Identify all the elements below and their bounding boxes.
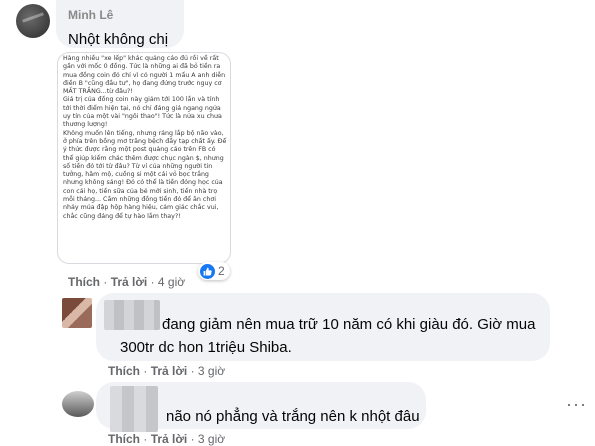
attached-image-text: Hàng nhiều "xe lếp" khác quảng cáo đủ rồ… bbox=[63, 55, 227, 221]
reply-avatar[interactable] bbox=[62, 298, 92, 328]
reply-actions: Thích · Trả lời · 3 giờ bbox=[108, 432, 226, 446]
commenter-avatar[interactable] bbox=[16, 4, 50, 38]
reply-button[interactable]: Trả lời bbox=[151, 432, 188, 446]
image-paragraph-1: Hàng nhiều "xe lếp" khác quảng cáo đủ rồ… bbox=[63, 55, 226, 96]
more-options-icon[interactable]: ··· bbox=[566, 394, 587, 415]
like-button[interactable]: Thích bbox=[68, 275, 100, 289]
like-button[interactable]: Thích bbox=[108, 364, 140, 378]
reaction-summary[interactable]: 2 bbox=[198, 262, 230, 280]
image-paragraph-2: Giá trị của đồng coin này giảm tới 100 l… bbox=[63, 96, 222, 129]
blurred-author-name bbox=[110, 386, 158, 432]
comment-attached-image[interactable]: Hàng nhiều "xe lếp" khác quảng cáo đủ rồ… bbox=[57, 52, 231, 264]
like-button[interactable]: Thích bbox=[108, 432, 140, 446]
reply-timestamp[interactable]: 3 giờ bbox=[198, 432, 225, 446]
blurred-author-name bbox=[104, 300, 160, 330]
reply-text-line: đang giảm nên mua trữ 10 năm có khi giàu… bbox=[162, 316, 536, 333]
comment-timestamp[interactable]: 4 giờ bbox=[158, 275, 185, 289]
comment-author[interactable]: Minh Lê bbox=[68, 8, 113, 22]
reply-avatar[interactable] bbox=[62, 391, 94, 417]
reply-actions: Thích · Trả lời · 3 giờ bbox=[108, 364, 226, 378]
reply-button[interactable]: Trả lời bbox=[151, 364, 188, 378]
reply-text: não nó phẳng và trắng nên k nhột đâu bbox=[166, 408, 420, 425]
comment-text: Nhột không chị bbox=[68, 31, 169, 48]
like-icon bbox=[200, 263, 215, 279]
image-paragraph-3: Không muốn lên tiếng, nhưng ráng lắp bộ … bbox=[63, 129, 227, 220]
reply-timestamp[interactable]: 3 giờ bbox=[198, 364, 225, 378]
reply-text-line: 300tr dc hon 1triệu Shiba. bbox=[120, 339, 292, 356]
reply-button[interactable]: Trả lời bbox=[111, 275, 148, 289]
comment-actions: Thích · Trả lời · 4 giờ bbox=[68, 275, 186, 289]
reaction-count: 2 bbox=[218, 264, 225, 278]
